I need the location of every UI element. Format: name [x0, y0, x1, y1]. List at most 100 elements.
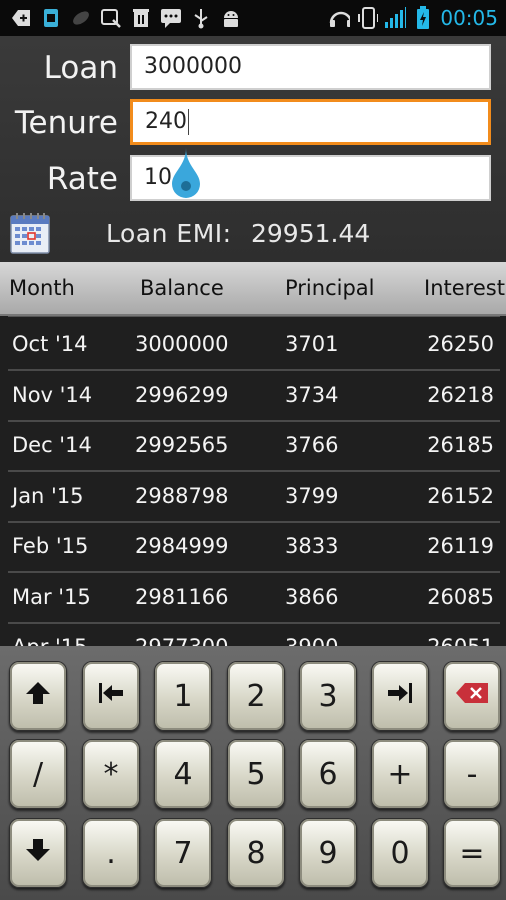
key-6[interactable]: 6 [299, 739, 357, 809]
plus-key[interactable]: + [371, 739, 429, 809]
table-row[interactable]: Jan '15 2988798 3799 26152 [0, 473, 506, 523]
schedule-table[interactable]: Oct '14 3000000 3701 26250 Nov '14 29962… [0, 316, 506, 646]
key-0-label: 0 [390, 835, 410, 871]
headphones-icon [328, 7, 351, 29]
cell-month: Dec '14 [12, 433, 92, 457]
row-divider [8, 571, 500, 573]
key-7[interactable]: 7 [154, 818, 212, 888]
tenure-row: Tenure 240 [0, 99, 506, 151]
key-9-label: 9 [318, 835, 338, 871]
cell-interest: 26218 [427, 383, 494, 407]
tenure-input[interactable]: 240 [130, 99, 491, 145]
table-row[interactable]: Nov '14 2996299 3734 26218 [0, 372, 506, 422]
decimal-key[interactable]: . [82, 818, 140, 888]
cell-interest: 26051 [427, 635, 494, 646]
loan-input-value: 3000000 [144, 54, 242, 79]
key-9[interactable]: 9 [299, 818, 357, 888]
table-row[interactable]: Apr '15 2977300 3900 26051 [0, 624, 506, 646]
rate-input-value: 10 [144, 165, 172, 190]
cell-month: Feb '15 [12, 534, 89, 558]
cell-principal: 3701 [285, 332, 339, 356]
header-balance: Balance [140, 276, 224, 300]
key-8-label: 8 [246, 835, 266, 871]
emi-summary: Loan EMI: 29951.44 [0, 206, 506, 262]
equals-label: = [459, 835, 485, 871]
cell-interest: 26152 [427, 484, 494, 508]
divider [8, 316, 500, 317]
clock-time: 00:05 [440, 6, 498, 30]
rate-row: Rate 10 [0, 155, 506, 207]
row-divider [8, 470, 500, 472]
rate-label: Rate [46, 161, 118, 197]
cursor-up-key[interactable] [9, 661, 67, 731]
decimal-label: . [106, 835, 116, 871]
trash-icon [130, 7, 152, 29]
down-arrow-icon [25, 836, 51, 871]
header-month: Month [9, 276, 75, 300]
plus-label: + [387, 756, 413, 792]
key-2[interactable]: 2 [227, 661, 285, 731]
table-row[interactable]: Mar '15 2981166 3866 26085 [0, 574, 506, 624]
key-7-label: 7 [173, 835, 193, 871]
cursor-down-key[interactable] [9, 818, 67, 888]
loan-label: Loan [43, 50, 118, 86]
battery-icon [412, 6, 434, 29]
end-arrow-icon [386, 679, 414, 714]
add-icon [10, 7, 32, 29]
backspace-icon [455, 679, 489, 714]
cell-interest: 26085 [427, 585, 494, 609]
app-root: 00:05 Loan 3000000 Tenure 240 Rate 10 Lo… [0, 0, 506, 900]
vibrate-icon [356, 7, 379, 29]
cursor-home-key[interactable] [82, 661, 140, 731]
divide-label: / [32, 756, 44, 792]
emi-value: 29951.44 [251, 219, 371, 248]
cell-month: Nov '14 [12, 383, 93, 407]
emi-label: Loan EMI: [106, 219, 232, 248]
cell-interest: 26119 [427, 534, 494, 558]
key-0[interactable]: 0 [371, 818, 429, 888]
key-5-label: 5 [246, 756, 266, 792]
key-1-label: 1 [173, 678, 193, 714]
cell-balance: 3000000 [135, 332, 229, 356]
calendar-icon[interactable] [10, 212, 50, 254]
loan-input[interactable]: 3000000 [130, 44, 491, 90]
cursor-end-key[interactable] [371, 661, 429, 731]
chat-icon [160, 7, 182, 29]
table-row[interactable]: Dec '14 2992565 3766 26185 [0, 422, 506, 472]
numeric-keypad: 1 2 3 / * 4 5 6 + - . 7 8 9 0 = [0, 646, 506, 900]
cell-month: Oct '14 [12, 332, 88, 356]
cell-principal: 3833 [285, 534, 339, 558]
cell-interest: 26185 [427, 433, 494, 457]
minus-key[interactable]: - [443, 739, 501, 809]
table-row[interactable]: Feb '15 2984999 3833 26119 [0, 523, 506, 573]
key-3[interactable]: 3 [299, 661, 357, 731]
header-interest: Interest [424, 276, 505, 300]
cell-principal: 3866 [285, 585, 339, 609]
key-8[interactable]: 8 [227, 818, 285, 888]
text-caret [188, 109, 189, 135]
key-4-label: 4 [173, 756, 193, 792]
leaf-icon [70, 7, 92, 29]
key-4[interactable]: 4 [154, 739, 212, 809]
tenure-label: Tenure [14, 105, 118, 141]
cell-balance: 2992565 [135, 433, 229, 457]
divide-key[interactable]: / [9, 739, 67, 809]
key-5[interactable]: 5 [227, 739, 285, 809]
cell-month: Apr '15 [12, 635, 88, 646]
multiply-label: * [103, 756, 119, 792]
schedule-table-header: Month Balance Principal Interest [0, 262, 506, 316]
cell-balance: 2984999 [135, 534, 229, 558]
cell-balance: 2996299 [135, 383, 229, 407]
home-arrow-icon [97, 679, 125, 714]
key-1[interactable]: 1 [154, 661, 212, 731]
equals-key[interactable]: = [443, 818, 501, 888]
up-arrow-icon [25, 679, 51, 714]
android-icon [220, 7, 242, 29]
multiply-key[interactable]: * [82, 739, 140, 809]
signal-icon [384, 7, 407, 29]
text-cursor-handle[interactable] [169, 146, 203, 200]
delete-key[interactable] [443, 661, 501, 731]
cell-principal: 3900 [285, 635, 338, 646]
table-row[interactable]: Oct '14 3000000 3701 26250 [0, 321, 506, 371]
cell-month: Mar '15 [12, 585, 91, 609]
